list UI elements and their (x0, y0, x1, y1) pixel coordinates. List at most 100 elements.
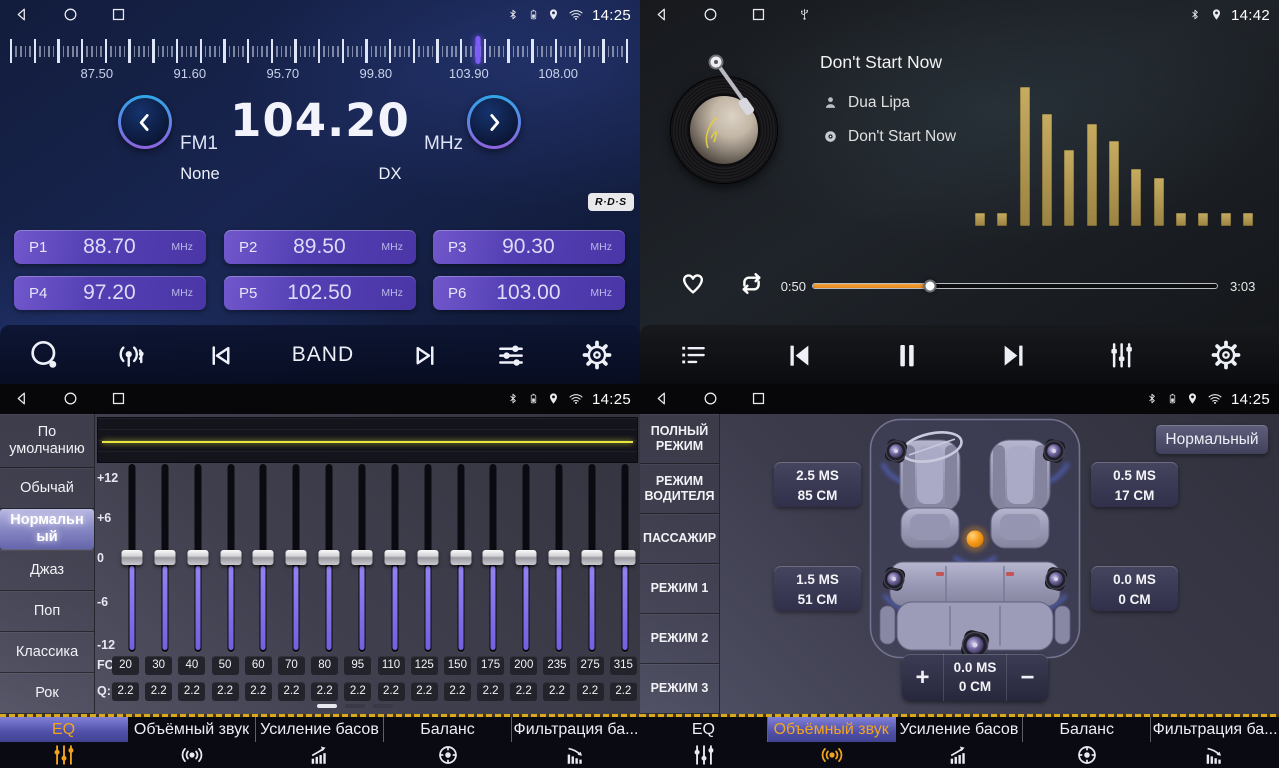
tab-eq[interactable]: EQ (0, 717, 128, 768)
eq-preset-item[interactable]: Нормальный (0, 509, 94, 550)
profile-button[interactable]: Нормальный (1156, 425, 1268, 454)
fc-chip[interactable]: 95 (344, 656, 371, 675)
tab-bass-boost[interactable]: Усиление басов (896, 717, 1024, 768)
previous-track-button[interactable] (783, 339, 815, 371)
q-chip[interactable]: 2.2 (278, 682, 305, 701)
nav-home-button[interactable] (62, 6, 79, 24)
tab-surround[interactable]: Объёмный звук (128, 717, 256, 768)
nav-back-button[interactable] (14, 390, 31, 408)
q-chip[interactable]: 2.2 (444, 682, 471, 701)
delay-rear-right[interactable]: 0.0 MS0 CM (1091, 566, 1178, 611)
fc-chip[interactable]: 150 (444, 656, 471, 675)
favorite-button[interactable] (678, 268, 708, 298)
fc-chip[interactable]: 275 (577, 656, 604, 675)
nav-back-button[interactable] (14, 6, 31, 24)
eq-band-slider[interactable] (284, 464, 308, 652)
tab-filter[interactable]: Фильтрация ба... (512, 717, 640, 768)
eq-band-slider[interactable] (153, 464, 177, 652)
settings-button[interactable] (582, 340, 612, 370)
q-chip[interactable]: 2.2 (543, 682, 570, 701)
delay-front-right[interactable]: 0.5 MS17 CM (1091, 462, 1178, 507)
seek-previous-button[interactable] (206, 340, 236, 370)
q-chip[interactable]: 2.2 (378, 682, 405, 701)
q-chip[interactable]: 2.2 (510, 682, 537, 701)
fc-chip[interactable]: 125 (411, 656, 438, 675)
eq-band-slider[interactable] (251, 464, 275, 652)
eq-band-slider[interactable] (613, 464, 637, 652)
q-chip[interactable]: 2.2 (112, 682, 139, 701)
broadcast-button[interactable] (116, 338, 150, 372)
eq-band-slider[interactable] (120, 464, 144, 652)
tab-bass-boost[interactable]: Усиление басов (256, 717, 384, 768)
fc-chip[interactable]: 70 (278, 656, 305, 675)
nav-back-button[interactable] (654, 390, 671, 408)
nav-back-button[interactable] (654, 6, 671, 24)
q-chip[interactable]: 2.2 (245, 682, 272, 701)
fc-chip[interactable]: 175 (477, 656, 504, 675)
preset-button-p4[interactable]: P497.20MHz (14, 276, 206, 310)
fc-chip[interactable]: 20 (112, 656, 139, 675)
delay-increase-button[interactable]: + (902, 654, 944, 701)
q-chip[interactable]: 2.2 (477, 682, 504, 701)
eq-preset-item[interactable]: Обычай (0, 468, 94, 509)
mode-item-full[interactable]: ПОЛНЫЙ РЕЖИМ (640, 414, 719, 464)
mode-item-2[interactable]: РЕЖИМ 2 (640, 614, 719, 664)
fc-chip[interactable]: 200 (510, 656, 537, 675)
delay-decrease-button[interactable]: − (1006, 654, 1048, 701)
nav-home-button[interactable] (62, 390, 79, 408)
eq-band-slider[interactable] (449, 464, 473, 652)
tab-balance[interactable]: Баланс (384, 717, 512, 768)
tab-surround[interactable]: Объёмный звук (768, 717, 896, 768)
q-chip[interactable]: 2.2 (311, 682, 338, 701)
eq-band-slider[interactable] (580, 464, 604, 652)
nav-recents-button[interactable] (750, 6, 767, 24)
q-chip[interactable]: 2.2 (610, 682, 637, 701)
fc-chip[interactable]: 40 (178, 656, 205, 675)
eq-band-slider[interactable] (186, 464, 210, 652)
settings-button[interactable] (1211, 340, 1241, 370)
eq-band-slider[interactable] (416, 464, 440, 652)
delay-rear-left[interactable]: 1.5 MS51 CM (774, 566, 861, 611)
fc-chip[interactable]: 80 (311, 656, 338, 675)
mode-item-1[interactable]: РЕЖИМ 1 (640, 564, 719, 614)
fc-chip[interactable]: 110 (378, 656, 405, 675)
eq-preset-item[interactable]: Поп (0, 591, 94, 632)
q-chip[interactable]: 2.2 (411, 682, 438, 701)
audio-settings-button[interactable] (496, 340, 526, 370)
preset-button-p5[interactable]: P5102.50MHz (224, 276, 416, 310)
fc-chip[interactable]: 315 (610, 656, 637, 675)
nav-home-button[interactable] (702, 390, 719, 408)
q-chip[interactable]: 2.2 (577, 682, 604, 701)
nav-recents-button[interactable] (750, 390, 767, 408)
eq-band-slider[interactable] (317, 464, 341, 652)
tuning-pointer[interactable] (476, 36, 481, 64)
fc-chip[interactable]: 60 (245, 656, 272, 675)
tuning-scale[interactable]: 87.50 91.60 95.70 99.80 103.90 108.00 (10, 36, 630, 80)
eq-band-slider[interactable] (547, 464, 571, 652)
progress-bar[interactable] (812, 283, 1218, 289)
progress-thumb[interactable] (924, 280, 937, 293)
eq-band-slider[interactable] (219, 464, 243, 652)
fc-chip[interactable]: 235 (543, 656, 570, 675)
tab-balance[interactable]: Баланс (1023, 717, 1151, 768)
preset-button-p1[interactable]: P188.70MHz (14, 230, 206, 264)
preset-button-p2[interactable]: P289.50MHz (224, 230, 416, 264)
fc-chip[interactable]: 30 (145, 656, 172, 675)
eq-band-slider[interactable] (514, 464, 538, 652)
preset-button-p6[interactable]: P6103.00MHz (433, 276, 625, 310)
eq-preset-item[interactable]: По умолчанию (0, 414, 94, 468)
preset-button-p3[interactable]: P390.30MHz (433, 230, 625, 264)
band-switch-button[interactable]: BAND (292, 343, 354, 367)
next-track-button[interactable] (998, 339, 1030, 371)
nav-recents-button[interactable] (110, 390, 127, 408)
eq-preset-item[interactable]: Джаз (0, 550, 94, 591)
scan-button[interactable] (28, 339, 60, 371)
playlist-button[interactable] (678, 340, 708, 370)
fc-chip[interactable]: 50 (212, 656, 239, 675)
delay-front-left[interactable]: 2.5 MS85 CM (774, 462, 861, 507)
q-chip[interactable]: 2.2 (344, 682, 371, 701)
q-chip[interactable]: 2.2 (178, 682, 205, 701)
nav-home-button[interactable] (702, 6, 719, 24)
eq-band-slider[interactable] (481, 464, 505, 652)
eq-band-slider[interactable] (383, 464, 407, 652)
